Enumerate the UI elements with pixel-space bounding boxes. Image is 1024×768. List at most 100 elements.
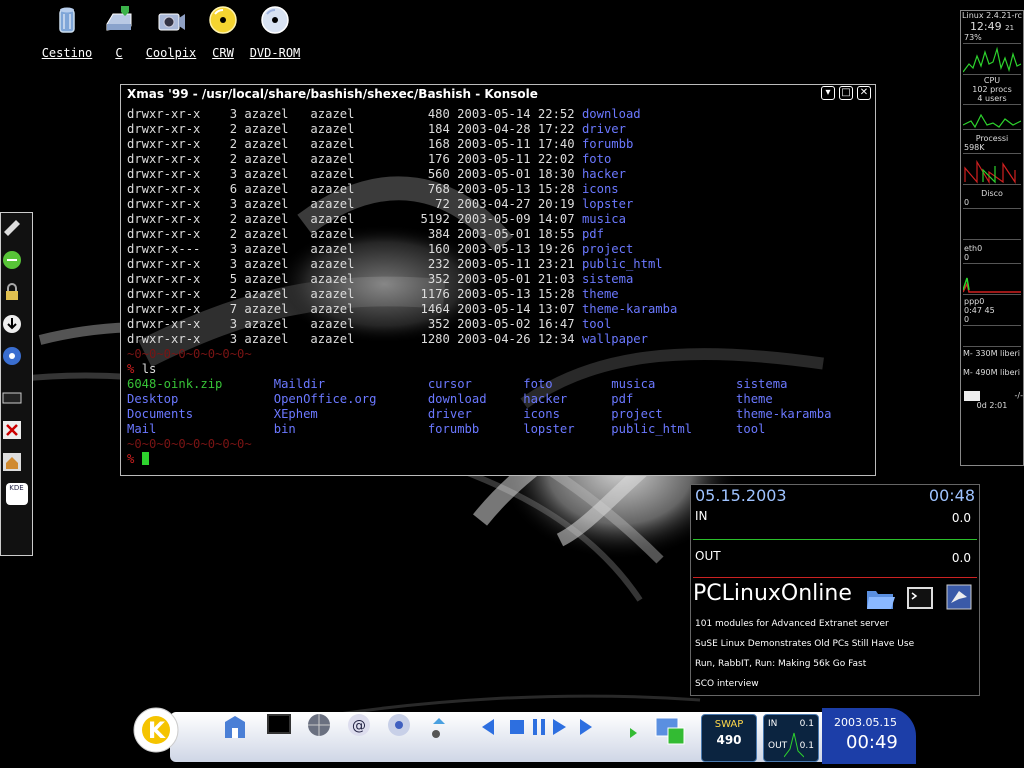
terminal-line: drwxr-x--- 3 azazel azazel 160 2003-05-1… bbox=[127, 242, 871, 257]
listing-fields: drwxr-xr-x 5 azazel azazel 352 2003-05-0… bbox=[127, 272, 582, 286]
desktop-icon-dvd-rom[interactable]: DVD-ROM bbox=[240, 4, 310, 60]
globe-icon[interactable] bbox=[306, 712, 332, 738]
mem-free-2: M- 490M liberi bbox=[963, 368, 1021, 377]
prompt-symbol: % bbox=[127, 362, 142, 376]
terminal-line: drwxr-xr-x 3 azazel azazel 352 2003-05-0… bbox=[127, 317, 871, 332]
gear-icon[interactable] bbox=[1, 345, 23, 367]
directory-name: download bbox=[581, 107, 641, 121]
shade-button[interactable]: ▾ bbox=[821, 86, 835, 100]
bird-icon[interactable] bbox=[945, 583, 973, 611]
listing-fields: drwxr-xr-x 2 azazel azazel 176 2003-05-1… bbox=[127, 152, 582, 166]
terminal-line: drwxr-xr-x 2 azazel azazel 384 2003-05-0… bbox=[127, 227, 871, 242]
terminal-output: drwxr-xr-x 3 azazel azazel 480 2003-05-1… bbox=[127, 107, 871, 467]
directory-name: forumbb bbox=[581, 137, 634, 151]
prompt-decoration: ~0~0~0~0~0~0~0~0~ bbox=[127, 437, 252, 451]
eth-graph bbox=[963, 263, 1021, 295]
listing-fields: drwxr-xr-x 2 azazel azazel 5192 2003-05-… bbox=[127, 212, 582, 226]
directory-name: hacker bbox=[581, 167, 626, 181]
ls-entry: project bbox=[611, 407, 737, 421]
listing-fields: drwxr-xr-x 2 azazel azazel 184 2003-04-2… bbox=[127, 122, 582, 136]
svg-text:@: @ bbox=[352, 718, 366, 734]
listing-fields: drwxr-xr-x 3 azazel azazel 352 2003-05-0… bbox=[127, 317, 582, 331]
in-graph-line bbox=[693, 539, 977, 540]
terminal-screen[interactable]: drwxr-xr-x 3 azazel azazel 480 2003-05-1… bbox=[125, 105, 871, 471]
ls-entry: bin bbox=[273, 422, 428, 436]
clock-time: 00:49 bbox=[846, 732, 898, 753]
terminal-line: drwxr-xr-x 2 azazel azazel 176 2003-05-1… bbox=[127, 152, 871, 167]
listing-fields: drwxr-xr-x 3 azazel azazel 72 2003-04-27… bbox=[127, 197, 582, 211]
news-item[interactable]: 101 modules for Advanced Extranet server bbox=[695, 619, 889, 629]
ls-entry: theme bbox=[736, 392, 871, 406]
ls-entry: pdf bbox=[611, 392, 737, 406]
mail-icon[interactable] bbox=[964, 391, 980, 401]
processi-label: Processi bbox=[975, 134, 1009, 143]
directory-name: project bbox=[581, 242, 634, 256]
trash-icon bbox=[59, 7, 75, 33]
cpu-label: CPU bbox=[983, 76, 1001, 85]
ls-entry: foto bbox=[523, 377, 612, 391]
news-item[interactable]: SuSE Linux Demonstrates Old PCs Still Ha… bbox=[695, 639, 914, 649]
directory-name: theme bbox=[581, 287, 619, 301]
panel-clock[interactable]: 2003.05.15 00:49 bbox=[822, 708, 916, 764]
link-icon[interactable] bbox=[1, 217, 23, 239]
download-icon[interactable] bbox=[1, 313, 23, 335]
news-item[interactable]: SCO interview bbox=[695, 679, 759, 689]
directory-name: musica bbox=[581, 212, 626, 226]
ls-entry: Maildir bbox=[273, 377, 428, 391]
email-icon[interactable]: @ bbox=[346, 712, 372, 738]
kde-gear-icon[interactable]: K bbox=[130, 704, 182, 756]
ls-entry: Documents bbox=[127, 407, 274, 421]
svg-text:K: K bbox=[148, 719, 166, 744]
konsole-window[interactable]: Xmas '99 - /usr/local/share/bashish/shex… bbox=[120, 84, 876, 476]
out-label: OUT bbox=[695, 549, 721, 563]
swap-monitor: SWAP 490 bbox=[701, 714, 757, 762]
terminal-input-line[interactable]: % bbox=[127, 452, 871, 467]
play-icon[interactable] bbox=[546, 714, 572, 740]
green-orb-icon[interactable] bbox=[1, 249, 23, 271]
listing-fields: drwxr-xr-x 6 azazel azazel 768 2003-05-1… bbox=[127, 182, 582, 196]
folder-icon[interactable] bbox=[865, 585, 895, 611]
command-text: ls bbox=[141, 362, 157, 376]
ppp-graph bbox=[963, 325, 1021, 347]
news-item[interactable]: Run, RabbIT, Run: Making 56k Go Fast bbox=[695, 659, 866, 669]
processi-value: 598K bbox=[964, 143, 985, 152]
media-eject-icon[interactable] bbox=[426, 714, 452, 740]
news-source-title[interactable]: PCLinuxOnline bbox=[693, 581, 852, 606]
mem-percent: 73% bbox=[964, 33, 982, 42]
next-icon[interactable] bbox=[574, 714, 600, 740]
network-icon[interactable] bbox=[386, 712, 412, 738]
previous-icon[interactable] bbox=[474, 714, 500, 740]
ls-entry: public_html bbox=[611, 422, 737, 436]
blank-icon[interactable] bbox=[1, 387, 23, 409]
swap-value: 490 bbox=[716, 733, 742, 747]
clock-date: 2003.05.15 bbox=[834, 716, 897, 729]
scroll-right-icon[interactable] bbox=[626, 726, 640, 740]
directory-name: pdf bbox=[581, 227, 604, 241]
close-icon[interactable] bbox=[1, 419, 23, 441]
disco-value: 0 bbox=[964, 198, 970, 207]
widget-time: 00:48 bbox=[928, 486, 975, 505]
close-button[interactable]: ✕ bbox=[857, 86, 871, 100]
home-icon[interactable] bbox=[1, 451, 23, 473]
out-value: 0.0 bbox=[951, 551, 971, 565]
ls-entry: lopster bbox=[523, 422, 612, 436]
kde-menu-button[interactable]: KDE bbox=[5, 483, 28, 505]
disco-label: Disco bbox=[981, 189, 1003, 198]
directory-name: wallpaper bbox=[581, 332, 648, 346]
terminal-icon[interactable] bbox=[905, 585, 935, 611]
listing-fields: drwxr-xr-x 3 azazel azazel 560 2003-05-0… bbox=[127, 167, 582, 181]
terminal-line: Documents XEphem driver icons project th… bbox=[127, 407, 871, 422]
ls-entry: driver bbox=[427, 407, 524, 421]
mem-graph bbox=[963, 43, 1021, 75]
home-icon[interactable] bbox=[222, 714, 248, 740]
terminal-icon[interactable] bbox=[266, 712, 292, 738]
uptime: 0d 2:01 bbox=[976, 401, 1008, 410]
maximize-button[interactable]: □ bbox=[839, 86, 853, 100]
lock-icon[interactable] bbox=[1, 281, 23, 303]
procs-count: 102 procs bbox=[972, 85, 1012, 94]
disco-graph bbox=[963, 208, 1021, 240]
desktop-switch-icon[interactable] bbox=[654, 714, 686, 746]
window-titlebar[interactable]: Xmas '99 - /usr/local/share/bashish/shex… bbox=[121, 85, 875, 103]
terminal-line: drwxr-xr-x 2 azazel azazel 1176 2003-05-… bbox=[127, 287, 871, 302]
dvd-icon bbox=[261, 6, 289, 34]
